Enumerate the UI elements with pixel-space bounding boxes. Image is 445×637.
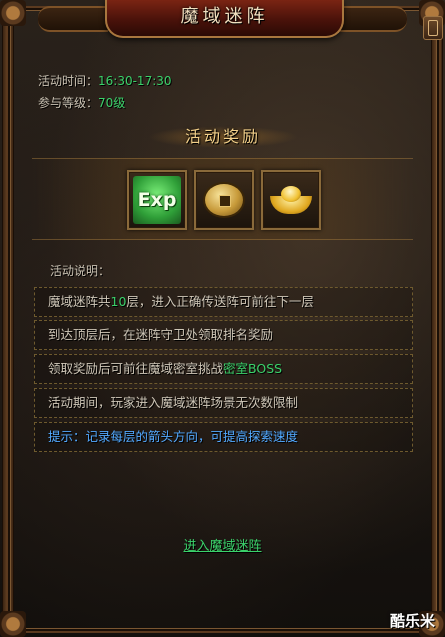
event-panel: 魔域迷阵 活动时间：16:30-17:30 参与等级：70级 活动奖励 Exp … — [0, 0, 445, 637]
description-line-text: 活动期间，玩家进入魔域迷阵场景无次数限制 — [48, 395, 299, 410]
rewards-title: 活动奖励 — [184, 127, 261, 146]
coin-icon — [205, 184, 243, 216]
title-bar: 魔域迷阵 — [105, 0, 344, 38]
description-line-text: 到达顶层后，在迷阵守卫处领取排名奖励 — [48, 327, 274, 342]
description-line: 魔域迷阵共10层，进入正确传送阵可前往下一层 — [34, 287, 413, 317]
enter-maze-link[interactable]: 进入魔域迷阵 — [0, 535, 445, 554]
event-level-label: 参与等级： — [38, 96, 99, 110]
description-line: 活动期间，玩家进入魔域迷阵场景无次数限制 — [34, 388, 413, 418]
frame-right-border — [431, 22, 443, 614]
description-line-text: 领取奖励后可前往魔域密室挑战密室BOSS — [48, 361, 283, 376]
boss-highlight: 密室BOSS — [223, 361, 283, 376]
tip-line: 提示：记录每层的箭头方向，可提高探索速度 — [34, 422, 413, 452]
floor-count-highlight: 10 — [110, 294, 127, 309]
rewards-row: Exp — [32, 158, 413, 240]
title-ornament-right — [337, 6, 407, 32]
event-level-row: 参与等级：70级 — [38, 94, 125, 111]
event-time-label: 活动时间： — [38, 74, 99, 88]
description-line: 领取奖励后可前往魔域密室挑战密室BOSS — [34, 354, 413, 384]
event-level-value: 70级 — [98, 96, 126, 110]
reward-slot-gold[interactable] — [261, 170, 321, 230]
tip-text: 提示：记录每层的箭头方向，可提高探索速度 — [48, 429, 299, 444]
frame-left-border — [2, 22, 14, 614]
event-time-value: 16:30-17:30 — [98, 74, 172, 88]
close-button[interactable] — [423, 16, 443, 40]
title-ornament-left — [38, 6, 108, 32]
rewards-header: 活动奖励 — [148, 122, 298, 154]
reward-slot-coin[interactable] — [194, 170, 254, 230]
description-title: 活动说明： — [50, 264, 111, 278]
description-line: 到达顶层后，在迷阵守卫处领取排名奖励 — [34, 320, 413, 350]
window-title: 魔域迷阵 — [180, 6, 269, 27]
description-line-text: 魔域迷阵共10层，进入正确传送阵可前往下一层 — [48, 294, 314, 309]
watermark-text: 酷乐米 — [389, 612, 435, 630]
corner-ornament-icon — [0, 611, 26, 637]
gold-ingot-icon — [270, 184, 312, 216]
corner-ornament-icon — [0, 0, 26, 26]
event-time-row: 活动时间：16:30-17:30 — [38, 72, 172, 89]
reward-slot-exp[interactable]: Exp — [127, 170, 187, 230]
exp-icon: Exp — [133, 176, 181, 224]
